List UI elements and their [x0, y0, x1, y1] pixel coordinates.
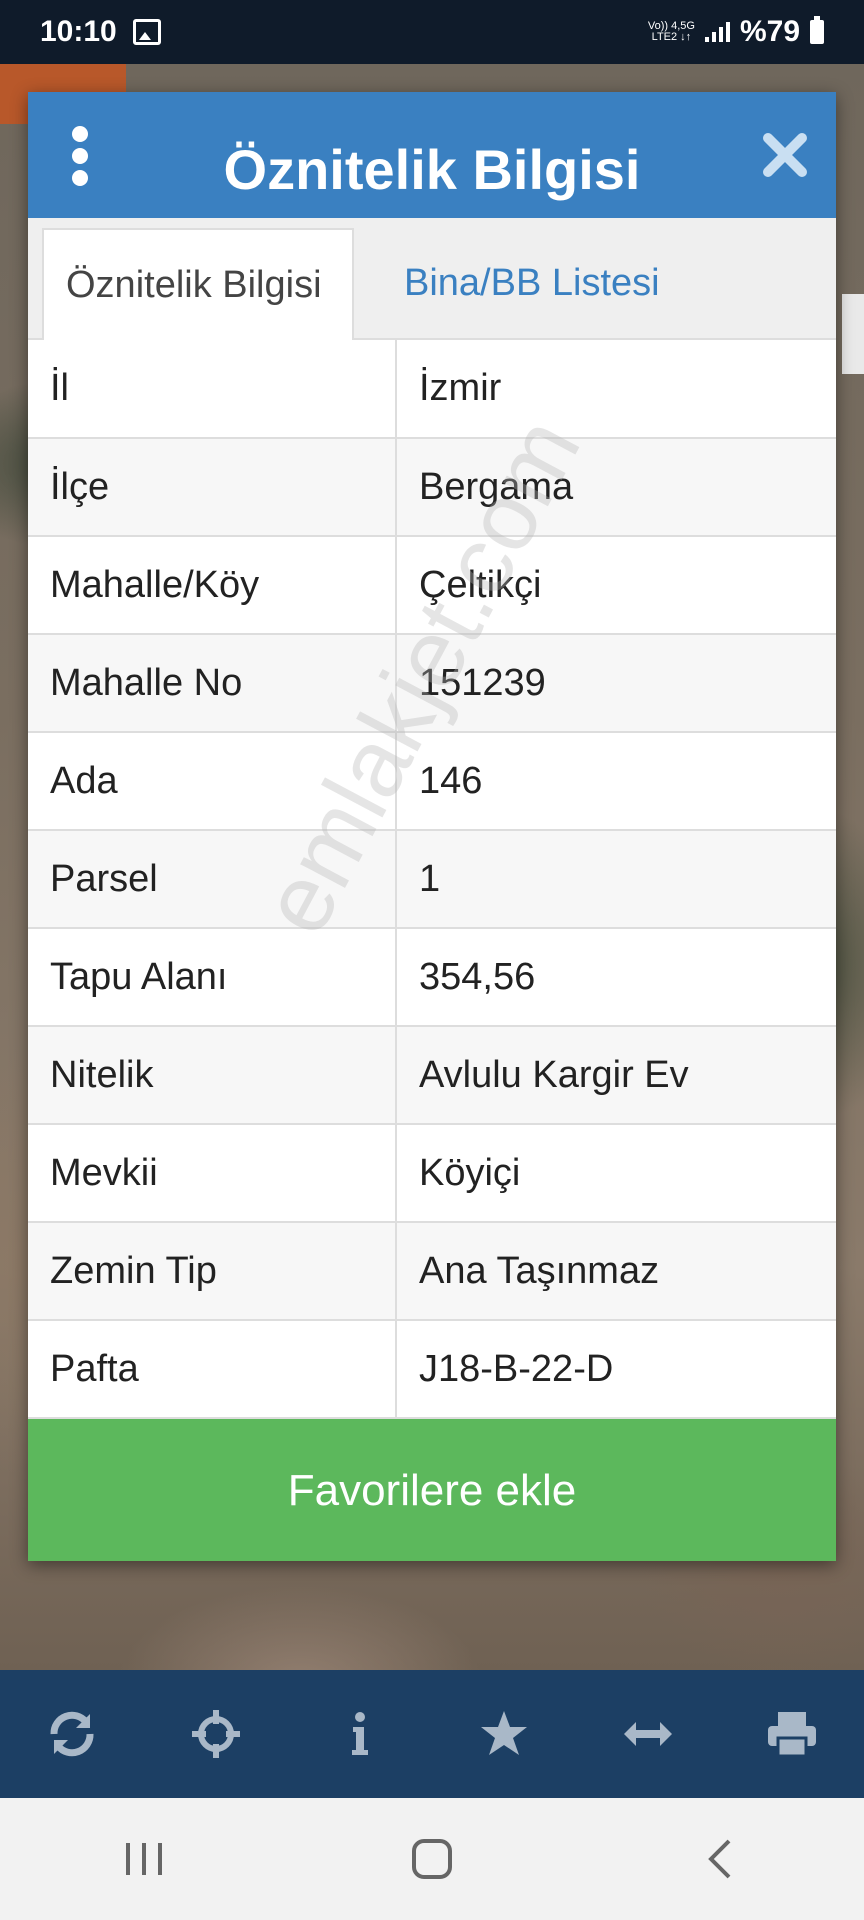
row-value: J18-B-22-D: [396, 1320, 836, 1419]
status-right: Vo)) 4,5G LTE2 ↓↑ %79: [648, 15, 824, 49]
battery-percent: %79: [739, 15, 800, 48]
print-icon[interactable]: [762, 1704, 822, 1764]
table-row: Tapu Alanı 354,56: [28, 928, 836, 1027]
row-key: Ada: [28, 732, 397, 831]
recent-apps-icon[interactable]: [104, 1829, 184, 1889]
table-row: Pafta J18-B-22-D: [28, 1320, 836, 1419]
table-row: Mevkii Köyiçi: [28, 1124, 836, 1223]
row-value: 1: [396, 830, 836, 929]
home-icon[interactable]: [392, 1829, 472, 1889]
status-bar: 10:10 Vo)) 4,5G LTE2 ↓↑ %79: [0, 0, 864, 64]
row-key: Tapu Alanı: [28, 928, 397, 1027]
system-nav-bar: [0, 1798, 864, 1920]
row-value: Köyiçi: [396, 1124, 836, 1223]
table-row: Nitelik Avlulu Kargir Ev: [28, 1026, 836, 1125]
table-row: İlçe Bergama: [28, 438, 836, 537]
add-to-favorites-button[interactable]: Favorilere ekle: [28, 1419, 836, 1561]
table-row: Mahalle No 151239: [28, 634, 836, 733]
row-key: Parsel: [28, 830, 397, 929]
back-icon[interactable]: [680, 1829, 760, 1889]
attribute-table: İl İzmir İlçe Bergama Mahalle/Köy Çeltikçi …: [28, 340, 836, 1419]
info-icon[interactable]: [330, 1704, 390, 1764]
row-key: Pafta: [28, 1320, 397, 1419]
crosshair-icon[interactable]: [186, 1704, 246, 1764]
row-value: Bergama: [396, 438, 836, 537]
network-indicator: Vo)) 4,5G LTE2 ↓↑: [648, 21, 695, 43]
row-key: Nitelik: [28, 1026, 397, 1125]
row-value: 354,56: [396, 928, 836, 1027]
battery-icon: [810, 16, 824, 44]
tab-building-list[interactable]: Bina/BB Listesi: [382, 228, 682, 338]
image-notification-icon: [132, 19, 161, 45]
row-value: 151239: [396, 634, 836, 733]
table-row: Mahalle/Köy Çeltikçi: [28, 536, 836, 635]
measure-icon[interactable]: [618, 1704, 678, 1764]
row-key: Mahalle No: [28, 634, 397, 733]
row-key: İl: [28, 340, 397, 439]
close-icon[interactable]: [762, 132, 808, 178]
tab-attribute-info[interactable]: Öznitelik Bilgisi: [42, 228, 354, 340]
dialog-header: Öznitelik Bilgisi: [28, 92, 836, 218]
row-value: İzmir: [396, 340, 836, 439]
dialog-title: Öznitelik Bilgisi: [223, 138, 641, 201]
status-time: 10:10: [40, 15, 117, 48]
row-key: Mahalle/Köy: [28, 536, 397, 635]
row-value: Avlulu Kargir Ev: [396, 1026, 836, 1125]
map-toolbar: [0, 1670, 864, 1798]
network-bottom-label: LTE2 ↓↑: [651, 31, 692, 43]
star-icon[interactable]: [474, 1704, 534, 1764]
row-key: Zemin Tip: [28, 1222, 397, 1321]
table-row: Parsel 1: [28, 830, 836, 929]
dialog-tabs: Öznitelik Bilgisi Bina/BB Listesi: [28, 218, 836, 340]
row-value: 146: [396, 732, 836, 831]
table-row: Zemin Tip Ana Taşınmaz: [28, 1222, 836, 1321]
attribute-dialog: Öznitelik Bilgisi Öznitelik Bilgisi Bina…: [28, 92, 836, 1561]
refresh-icon[interactable]: [42, 1704, 102, 1764]
row-value: Ana Taşınmaz: [396, 1222, 836, 1321]
table-row: İl İzmir: [28, 340, 836, 439]
row-key: Mevkii: [28, 1124, 397, 1223]
row-value: Çeltikçi: [396, 536, 836, 635]
map-overlay-strip: [842, 294, 864, 374]
row-key: İlçe: [28, 438, 397, 537]
table-row: Ada 146: [28, 732, 836, 831]
signal-icon: [704, 22, 730, 42]
